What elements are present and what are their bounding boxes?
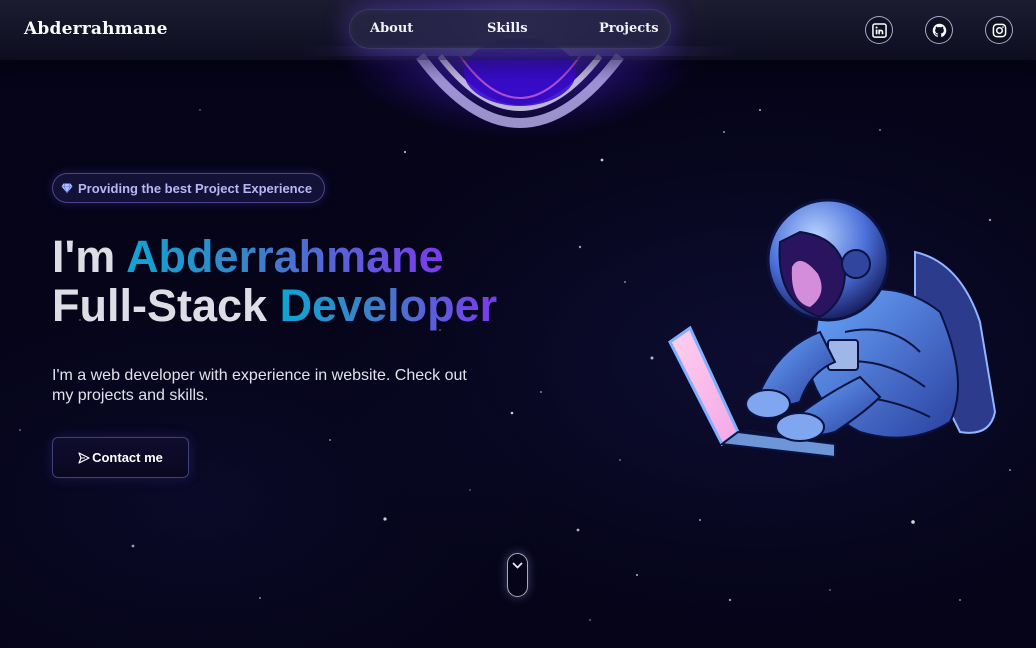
hero-description: I'm a web developer with experience in w… — [52, 367, 467, 404]
github-link[interactable] — [925, 16, 953, 44]
headline-line-2: Full-Stack Developer — [52, 280, 497, 331]
nav-link-skills[interactable]: Skills — [487, 21, 528, 36]
hero-headline: I'm Abderrahmane Full-Stack Developer — [52, 232, 497, 330]
experience-badge: Providing the best Project Experience — [52, 173, 326, 203]
scroll-down-indicator[interactable] — [507, 553, 528, 597]
send-icon — [78, 451, 90, 464]
headline-name: Abderrahmane — [126, 231, 444, 282]
navbar: Abderrahmane About Skills Projects — [0, 0, 1036, 60]
astronaut-illustration — [668, 198, 997, 459]
badge-text: Providing the best Project Experience — [78, 180, 313, 196]
headline-line-1: I'm Abderrahmane — [52, 231, 444, 282]
instagram-icon — [992, 23, 1006, 37]
brand-logo[interactable]: Abderrahmane — [24, 19, 168, 39]
hero-page: Abderrahmane About Skills Projects Provi… — [0, 0, 1036, 648]
headline-role-prefix: Full-Stack — [52, 280, 280, 331]
instagram-link[interactable] — [985, 16, 1013, 44]
linkedin-icon — [871, 22, 887, 38]
chevron-down-icon — [512, 562, 523, 569]
contact-me-label: Contact me — [92, 450, 163, 465]
contact-me-button[interactable]: Contact me — [52, 437, 189, 478]
headline-role: Developer — [279, 280, 498, 331]
nav-link-about[interactable]: About — [370, 21, 413, 36]
headline-greeting: I'm — [52, 231, 127, 282]
nav-link-projects[interactable]: Projects — [599, 21, 659, 36]
github-icon — [932, 23, 946, 37]
linkedin-link[interactable] — [865, 16, 893, 44]
gem-icon — [61, 183, 73, 194]
